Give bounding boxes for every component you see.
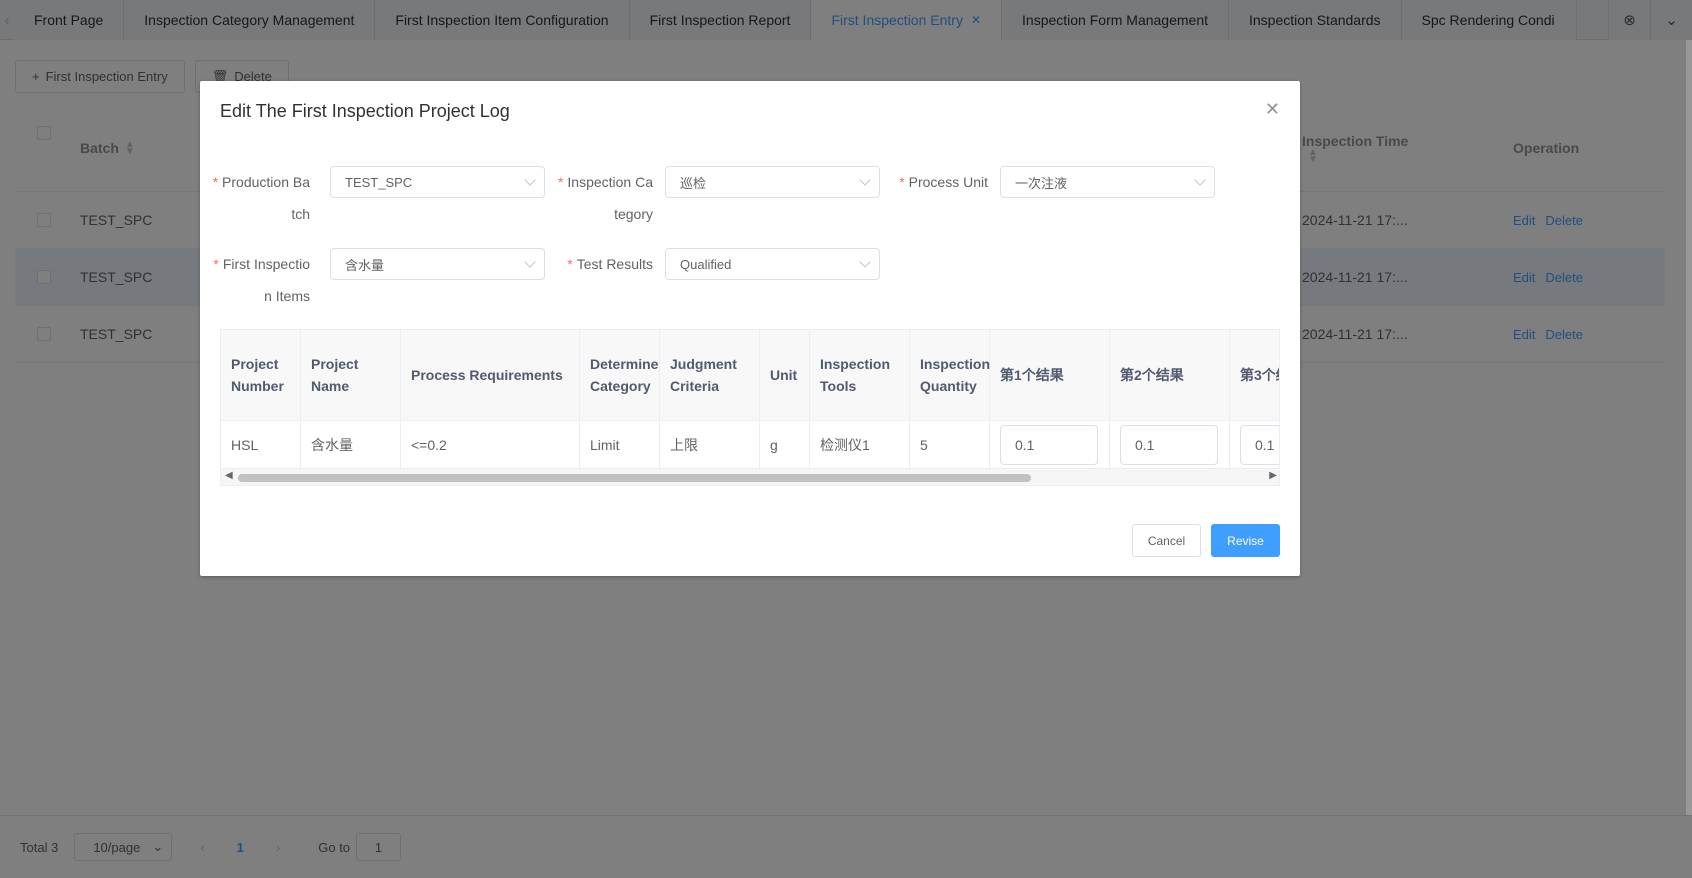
edit-dialog: Edit The First Inspection Project Log ✕ …	[200, 81, 1300, 576]
col-inspection-quantity: Inspection Quantity 5	[910, 330, 990, 468]
chevron-down-icon	[859, 256, 871, 268]
chevron-down-icon	[524, 256, 536, 268]
select-value: Qualified	[680, 256, 732, 272]
table-cell: g	[770, 436, 778, 453]
table-cell: 上限	[670, 436, 698, 453]
column-header: Project Name	[301, 330, 400, 421]
process-unit-select[interactable]: 一次注液	[1000, 166, 1215, 198]
test-results-select[interactable]: Qualified	[665, 248, 880, 280]
table-cell: HSL	[231, 436, 259, 453]
column-header: Determine Category	[580, 330, 659, 421]
production-batch-label: * Production Ba	[212, 174, 310, 190]
table-cell: 含水量	[311, 436, 353, 453]
col-project-name: Project Name 含水量	[301, 330, 401, 468]
column-header: 第2个结果	[1110, 330, 1229, 421]
first-inspection-items-select[interactable]: 含水量	[330, 248, 545, 280]
chevron-down-icon	[524, 174, 536, 186]
table-cell: 5	[920, 436, 928, 453]
result-3-input[interactable]: 0.1	[1240, 424, 1279, 465]
page-scrollbar[interactable]	[1686, 40, 1692, 815]
column-header: Judgment Criteria	[660, 330, 759, 421]
result-2-input[interactable]: 0.1	[1120, 424, 1218, 465]
production-batch-label-cont: tch	[291, 206, 310, 222]
scroll-left-icon[interactable]: ◀	[225, 470, 233, 481]
revise-button[interactable]: Revise	[1211, 524, 1280, 557]
first-inspection-items-label-cont: n Items	[264, 288, 310, 304]
scroll-right-icon[interactable]: ▶	[1269, 470, 1277, 481]
table-cell: <=0.2	[411, 436, 447, 453]
col-process-requirements: Process Requirements <=0.2	[401, 330, 580, 468]
col-result-2: 第2个结果 0.1	[1110, 330, 1230, 468]
dialog-title: Edit The First Inspection Project Log	[220, 101, 510, 121]
column-header: 第1个结果	[990, 330, 1109, 421]
close-icon[interactable]: ✕	[1265, 99, 1280, 120]
col-result-3: 第3个结果 0.1	[1230, 330, 1279, 468]
column-header: Unit	[760, 330, 809, 421]
col-judgment-criteria: Judgment Criteria 上限	[660, 330, 760, 468]
select-value: 巡检	[680, 175, 707, 191]
column-header: Inspection Tools	[810, 330, 909, 421]
col-project-number: Project Number HSL	[221, 330, 301, 468]
column-header: Process Requirements	[401, 330, 579, 421]
col-unit: Unit g	[760, 330, 810, 468]
test-results-label: * Test Results	[567, 256, 653, 272]
column-header: Inspection Quantity	[910, 330, 990, 421]
col-determine-category: Determine Category Limit	[580, 330, 660, 468]
col-result-1: 第1个结果 0.1	[990, 330, 1110, 468]
column-header: 第3个结果	[1230, 330, 1279, 421]
chevron-down-icon	[1194, 174, 1206, 186]
result-1-input[interactable]: 0.1	[1000, 424, 1098, 465]
col-inspection-tools: Inspection Tools 检测仪1	[810, 330, 910, 468]
inspection-category-label-cont: tegory	[614, 206, 653, 222]
process-unit-label: * Process Unit	[899, 174, 988, 190]
inspection-items-table: Project Number HSL Project Name 含水量 Proc…	[220, 329, 1280, 486]
table-cell: Limit	[590, 436, 620, 453]
select-value: 含水量	[345, 257, 385, 273]
column-header: Project Number	[221, 330, 300, 421]
inspection-category-label: * Inspection Ca	[557, 174, 653, 190]
first-inspection-items-label: * First Inspectio	[213, 256, 310, 272]
select-value: TEST_SPC	[345, 174, 413, 190]
inspection-category-select[interactable]: 巡检	[665, 166, 880, 198]
select-value: 一次注液	[1015, 175, 1068, 191]
production-batch-select[interactable]: TEST_SPC	[330, 166, 545, 198]
horizontal-scrollbar[interactable]: ◀ ▶	[221, 468, 1279, 485]
cancel-button[interactable]: Cancel	[1132, 524, 1201, 557]
chevron-down-icon	[859, 174, 871, 186]
scrollbar-thumb[interactable]	[238, 474, 1031, 482]
table-cell: 检测仪1	[820, 436, 870, 453]
